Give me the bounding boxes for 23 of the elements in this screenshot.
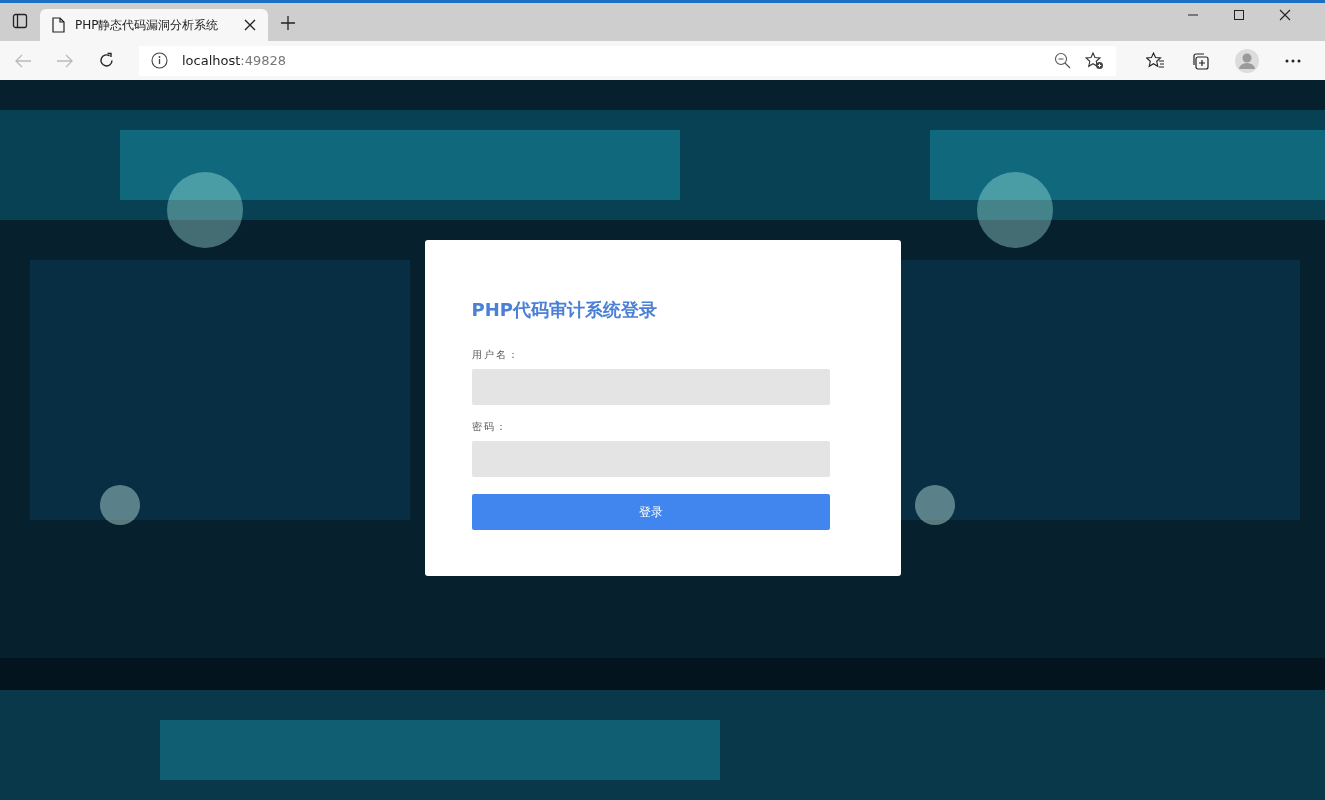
maximize-icon[interactable] [1233,9,1245,21]
zoom-out-icon[interactable] [1054,52,1071,69]
close-icon[interactable] [244,19,256,31]
info-icon[interactable] [151,52,168,69]
page-icon [52,17,65,33]
address-bar[interactable]: localhost:49828 [139,45,1116,76]
close-icon[interactable] [1279,9,1291,21]
field-label: 密码： [471,420,509,434]
favorites-icon[interactable] [1146,52,1165,69]
field-label: 用户名： [471,348,521,362]
login-button[interactable]: 登录 [471,494,830,530]
tab-actions-icon[interactable] [12,13,28,29]
browser-tab[interactable]: PHP静态代码漏洞分析系统 [40,9,268,41]
login-title: PHP代码审计系统登录 [471,298,658,322]
profile-avatar-icon[interactable] [1235,48,1259,73]
more-icon[interactable] [1285,58,1301,63]
input-field[interactable] [471,441,830,477]
url-text: localhost:49828 [182,53,287,68]
new-tab-icon[interactable] [280,15,296,31]
collections-icon[interactable] [1191,51,1209,70]
refresh-icon[interactable] [98,52,115,69]
add-favorite-icon[interactable] [1085,51,1104,70]
input-field[interactable] [471,369,830,405]
